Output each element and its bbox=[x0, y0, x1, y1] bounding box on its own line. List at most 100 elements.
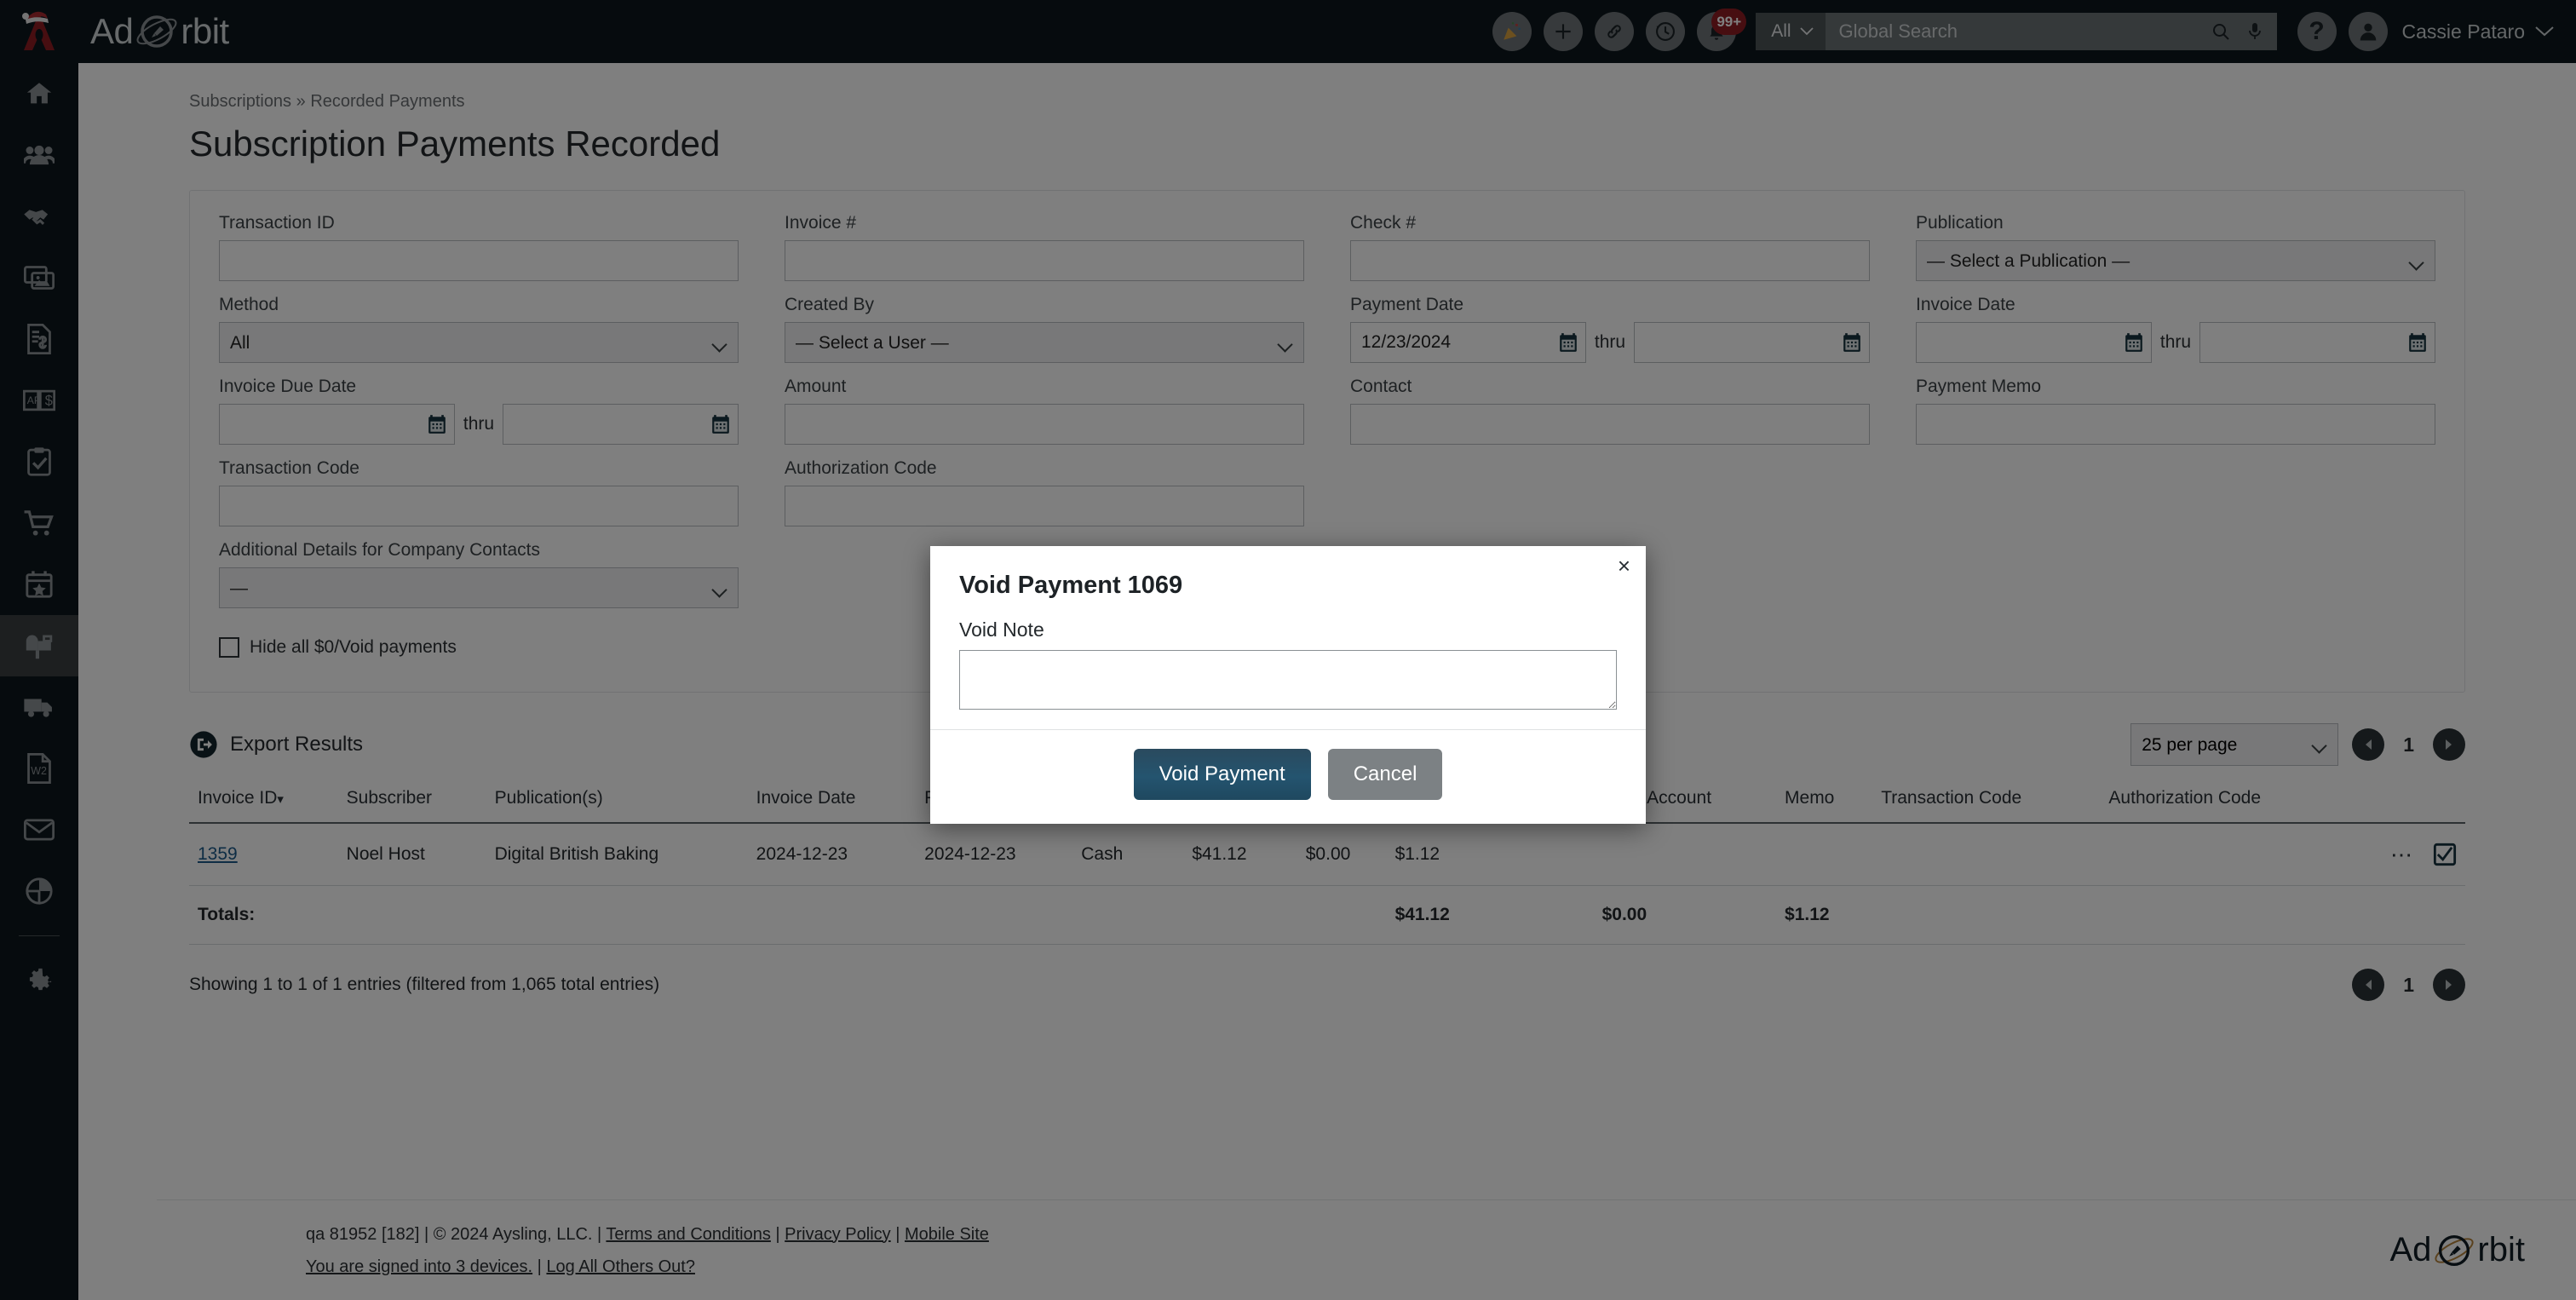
history-icon[interactable] bbox=[1646, 12, 1686, 51]
mobile-site-link[interactable]: Mobile Site bbox=[905, 1225, 989, 1244]
close-icon[interactable]: × bbox=[1618, 555, 1630, 577]
gear-icon bbox=[29, 968, 52, 991]
next-page-button-bottom[interactable] bbox=[2433, 969, 2465, 1001]
column-header-subscriber[interactable]: Subscriber bbox=[337, 774, 486, 824]
row-select-checkbox-icon[interactable] bbox=[2433, 843, 2457, 866]
amount-input[interactable] bbox=[785, 404, 1304, 445]
breadcrumb-parent-link[interactable]: Subscriptions bbox=[189, 92, 291, 111]
search-scope-dropdown[interactable]: All bbox=[1756, 13, 1826, 50]
party-popper-icon[interactable] bbox=[1492, 12, 1532, 51]
payment-date-from-input[interactable] bbox=[1350, 322, 1586, 363]
column-header-publications[interactable]: Publication(s) bbox=[486, 774, 748, 824]
cell-memo bbox=[1776, 823, 1873, 886]
table-row[interactable]: 1359 Noel Host Digital British Baking 20… bbox=[189, 823, 2465, 886]
field-additional-details: Additional Details for Company Contacts … bbox=[219, 540, 739, 608]
cell-invoice-date: 2024-12-23 bbox=[747, 823, 917, 886]
user-name-label[interactable]: Cassie Pataro bbox=[2402, 20, 2525, 43]
column-header-transaction-code[interactable]: Transaction Code bbox=[1872, 774, 2101, 824]
sidebar-item-home[interactable] bbox=[0, 63, 78, 124]
created-by-select[interactable]: — Select a User — bbox=[785, 322, 1304, 363]
svg-text:W2: W2 bbox=[31, 765, 47, 777]
plus-icon[interactable] bbox=[1544, 12, 1584, 51]
publication-select[interactable]: — Select a Publication — bbox=[1916, 240, 2435, 281]
prev-page-button-bottom[interactable] bbox=[2352, 969, 2385, 1001]
results-footer: Showing 1 to 1 of 1 entries (filtered fr… bbox=[189, 945, 2465, 1001]
brand-wordmark[interactable]: Ad rbit bbox=[90, 9, 229, 54]
invoice-date-from-input[interactable] bbox=[1916, 322, 2152, 363]
sidebar-item-invoices[interactable] bbox=[0, 308, 78, 370]
invoice-number-input[interactable] bbox=[785, 240, 1304, 281]
sidebar-item-settings[interactable] bbox=[0, 950, 78, 1011]
check-number-input[interactable] bbox=[1350, 240, 1870, 281]
sidebar-item-accounts-payable[interactable]: AP $ bbox=[0, 370, 78, 431]
showing-entries-text: Showing 1 to 1 of 1 entries (filtered fr… bbox=[189, 975, 660, 994]
sidebar-item-reports[interactable] bbox=[0, 860, 78, 922]
sidebar-item-orders[interactable] bbox=[0, 492, 78, 554]
log-all-others-out-link[interactable]: Log All Others Out? bbox=[546, 1257, 695, 1276]
label-invoice-date: Invoice Date bbox=[1916, 295, 2015, 314]
column-label-invoice-id: Invoice ID bbox=[198, 788, 278, 808]
void-payment-button[interactable]: Void Payment bbox=[1133, 749, 1311, 800]
transaction-code-input[interactable] bbox=[219, 486, 739, 526]
column-header-authorization-code[interactable]: Authorization Code bbox=[2100, 774, 2345, 824]
next-page-button-top[interactable] bbox=[2433, 728, 2465, 761]
sidebar-item-distribution[interactable] bbox=[0, 676, 78, 738]
column-header-invoice-date[interactable]: Invoice Date bbox=[747, 774, 917, 824]
search-input-area[interactable]: Global Search bbox=[1825, 13, 2277, 50]
search-icon[interactable] bbox=[2211, 21, 2231, 42]
sidebar-item-media[interactable] bbox=[0, 247, 78, 308]
payment-date-to-input[interactable] bbox=[1634, 322, 1870, 363]
payment-memo-input[interactable] bbox=[1916, 404, 2435, 445]
label-additional-details: Additional Details for Company Contacts bbox=[219, 540, 541, 560]
void-note-label: Void Note bbox=[959, 618, 1044, 641]
terms-link[interactable]: Terms and Conditions bbox=[606, 1225, 770, 1244]
rocket-santa-hat-icon bbox=[22, 11, 55, 50]
signed-in-devices-link[interactable]: You are signed into 3 devices. bbox=[306, 1257, 532, 1276]
sidebar-item-w2[interactable]: W2 bbox=[0, 738, 78, 799]
row-menu-icon[interactable]: ⋯ bbox=[2390, 843, 2414, 866]
brand-logo-mark[interactable] bbox=[0, 0, 78, 63]
transaction-id-input[interactable] bbox=[219, 240, 739, 281]
label-authorization-code: Authorization Code bbox=[785, 458, 937, 478]
authorization-code-input[interactable] bbox=[785, 486, 1304, 526]
invoice-due-date-from-input[interactable] bbox=[219, 404, 455, 445]
additional-details-select[interactable]: — bbox=[219, 567, 739, 608]
privacy-link[interactable]: Privacy Policy bbox=[785, 1225, 890, 1244]
invoice-id-link[interactable]: 1359 bbox=[198, 844, 238, 864]
invoice-date-to-input[interactable] bbox=[2199, 322, 2435, 363]
export-results-button[interactable]: Export Results bbox=[189, 730, 363, 759]
sidebar-item-events[interactable] bbox=[0, 554, 78, 615]
sidebar-item-contacts[interactable] bbox=[0, 124, 78, 186]
void-note-textarea[interactable] bbox=[959, 650, 1617, 710]
help-icon[interactable]: ? bbox=[2297, 12, 2337, 51]
sidebar-item-deals[interactable] bbox=[0, 186, 78, 247]
avatar[interactable] bbox=[2348, 12, 2388, 51]
column-header-invoice-id[interactable]: Invoice ID▾ bbox=[189, 774, 338, 824]
label-publication: Publication bbox=[1916, 213, 2004, 233]
field-payment-memo: Payment Memo bbox=[1916, 377, 2435, 445]
shopping-cart-icon bbox=[24, 510, 54, 536]
method-select[interactable]: All bbox=[219, 322, 739, 363]
handshake-icon bbox=[24, 210, 49, 225]
per-page-select-top[interactable]: 25 per page bbox=[2130, 723, 2339, 766]
hide-void-checkbox[interactable] bbox=[219, 637, 239, 658]
column-header-memo[interactable]: Memo bbox=[1776, 774, 1873, 824]
sidebar-item-email[interactable] bbox=[0, 799, 78, 860]
link-icon[interactable] bbox=[1595, 12, 1635, 51]
field-method: Method All bbox=[219, 295, 739, 363]
bell-icon[interactable]: 99+ bbox=[1697, 9, 1747, 51]
invoice-date-thru-label: thru bbox=[2159, 332, 2192, 352]
microphone-icon[interactable] bbox=[2246, 21, 2263, 42]
sidebar-item-subscriptions[interactable] bbox=[0, 615, 78, 676]
cell-bank-account bbox=[1593, 823, 1777, 886]
help-question-mark: ? bbox=[2309, 17, 2325, 45]
pie-chart-icon bbox=[26, 877, 53, 905]
hide-void-label: Hide all $0/Void payments bbox=[250, 637, 457, 657]
contact-input[interactable] bbox=[1350, 404, 1870, 445]
invoice-due-date-to-input[interactable] bbox=[503, 404, 739, 445]
sidebar-divider bbox=[19, 935, 60, 936]
sidebar-item-tasks[interactable] bbox=[0, 431, 78, 492]
cancel-button[interactable]: Cancel bbox=[1327, 749, 1443, 800]
user-menu-chevron-down-icon[interactable] bbox=[2535, 26, 2554, 37]
prev-page-button-top[interactable] bbox=[2352, 728, 2385, 761]
